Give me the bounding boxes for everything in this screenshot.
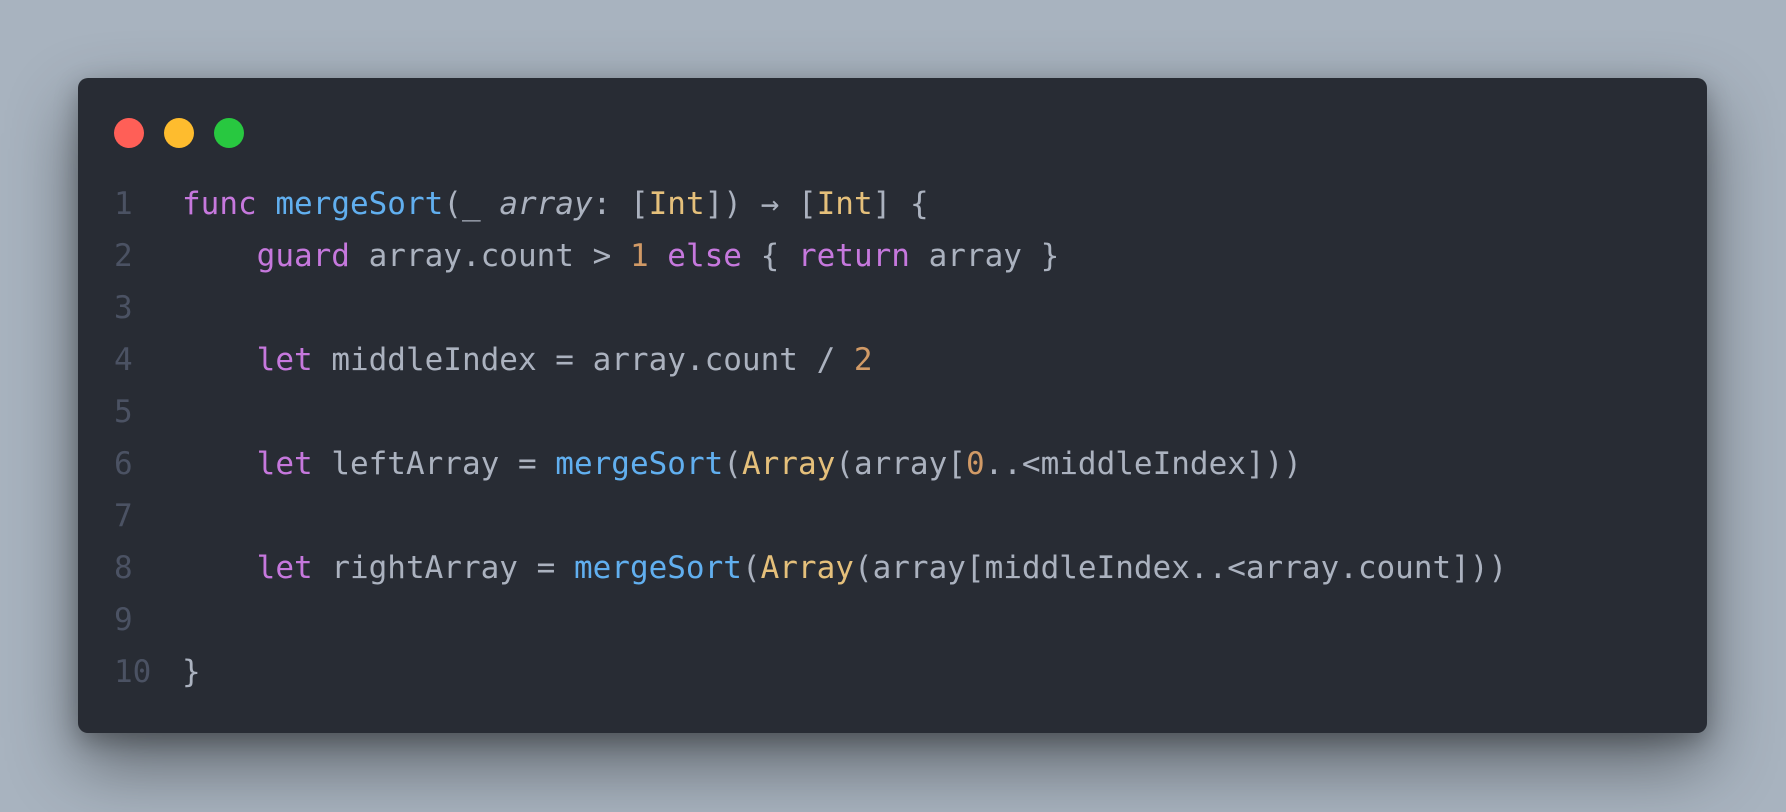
code-token: ( xyxy=(741,550,761,586)
code-token: ] { xyxy=(872,186,929,222)
line-content: let leftArray = mergeSort(Array(array[0.… xyxy=(182,438,1302,490)
code-token: let xyxy=(256,550,313,586)
code-token: Array xyxy=(741,446,836,482)
line-number: 10 xyxy=(114,654,152,690)
code-token: 0 xyxy=(965,446,985,482)
code-token: mergeSort xyxy=(275,186,444,222)
minimize-button[interactable] xyxy=(164,118,194,148)
close-button[interactable] xyxy=(114,118,144,148)
code-line: 2 guard array.count > 1 else { return ar… xyxy=(114,230,1507,282)
line-content: let rightArray = mergeSort(Array(array[m… xyxy=(182,542,1508,594)
code-token: (array[middleIndex..<array.count])) xyxy=(853,550,1508,586)
code-token: (array[ xyxy=(835,446,966,482)
code-token: : [ xyxy=(592,186,649,222)
line-number: 3 xyxy=(114,290,133,326)
line-number: 9 xyxy=(114,602,133,638)
line-number: 7 xyxy=(114,498,133,534)
code-token: Int xyxy=(816,186,873,222)
code-token: 2 xyxy=(853,342,873,378)
code-token: guard xyxy=(256,238,350,274)
code-window: 1 func mergeSort(_ array: [Int]) → [Int] … xyxy=(78,78,1707,733)
code-token: (_ xyxy=(443,186,500,222)
line-number: 4 xyxy=(114,342,133,378)
code-line: 4 let middleIndex = array.count / 2 xyxy=(114,334,1507,386)
code-token: 1 xyxy=(629,238,649,274)
code-token: return xyxy=(797,238,910,274)
code-token: { xyxy=(741,238,798,274)
zoom-button[interactable] xyxy=(214,118,244,148)
code-token: ]) → [ xyxy=(704,186,817,222)
line-number: 5 xyxy=(114,394,133,430)
code-line: 8 let rightArray = mergeSort(Array(array… xyxy=(114,542,1507,594)
code-line: 10} xyxy=(114,646,1507,698)
code-token: array } xyxy=(909,238,1060,274)
code-line: 3 xyxy=(114,282,1507,334)
code-token: func xyxy=(182,186,257,222)
line-content: let middleIndex = array.count / 2 xyxy=(182,334,873,386)
code-line: 1 func mergeSort(_ array: [Int]) → [Int] … xyxy=(114,178,1507,230)
code-token: ..<middleIndex])) xyxy=(984,446,1302,482)
code-token: rightArray = xyxy=(312,550,574,586)
code-token: mergeSort xyxy=(573,550,742,586)
line-number: 2 xyxy=(114,238,133,274)
code-token: array xyxy=(499,186,593,222)
line-content: guard array.count > 1 else { return arra… xyxy=(182,230,1060,282)
line-number: 1 xyxy=(114,186,133,222)
code-line: 9 xyxy=(114,594,1507,646)
code-token: array.count > xyxy=(349,238,630,274)
line-number: 6 xyxy=(114,446,133,482)
code-token: middleIndex = array.count / xyxy=(312,342,854,378)
line-content: } xyxy=(182,646,201,698)
code-token: let xyxy=(256,342,313,378)
code-line: 6 let leftArray = mergeSort(Array(array[… xyxy=(114,438,1507,490)
window-controls xyxy=(114,118,244,148)
code-token: leftArray = xyxy=(312,446,556,482)
line-number: 8 xyxy=(114,550,133,586)
code-token: let xyxy=(256,446,313,482)
code-token: mergeSort xyxy=(555,446,724,482)
code-token: ( xyxy=(723,446,742,482)
code-token: Int xyxy=(648,186,705,222)
code-block[interactable]: 1 func mergeSort(_ array: [Int]) → [Int] … xyxy=(114,178,1507,698)
line-content: func mergeSort(_ array: [Int]) → [Int] { xyxy=(182,178,929,230)
code-line: 7 xyxy=(114,490,1507,542)
code-token: Array xyxy=(760,550,854,586)
code-line: 5 xyxy=(114,386,1507,438)
code-token: else xyxy=(667,238,742,274)
code-token: } xyxy=(182,654,201,690)
